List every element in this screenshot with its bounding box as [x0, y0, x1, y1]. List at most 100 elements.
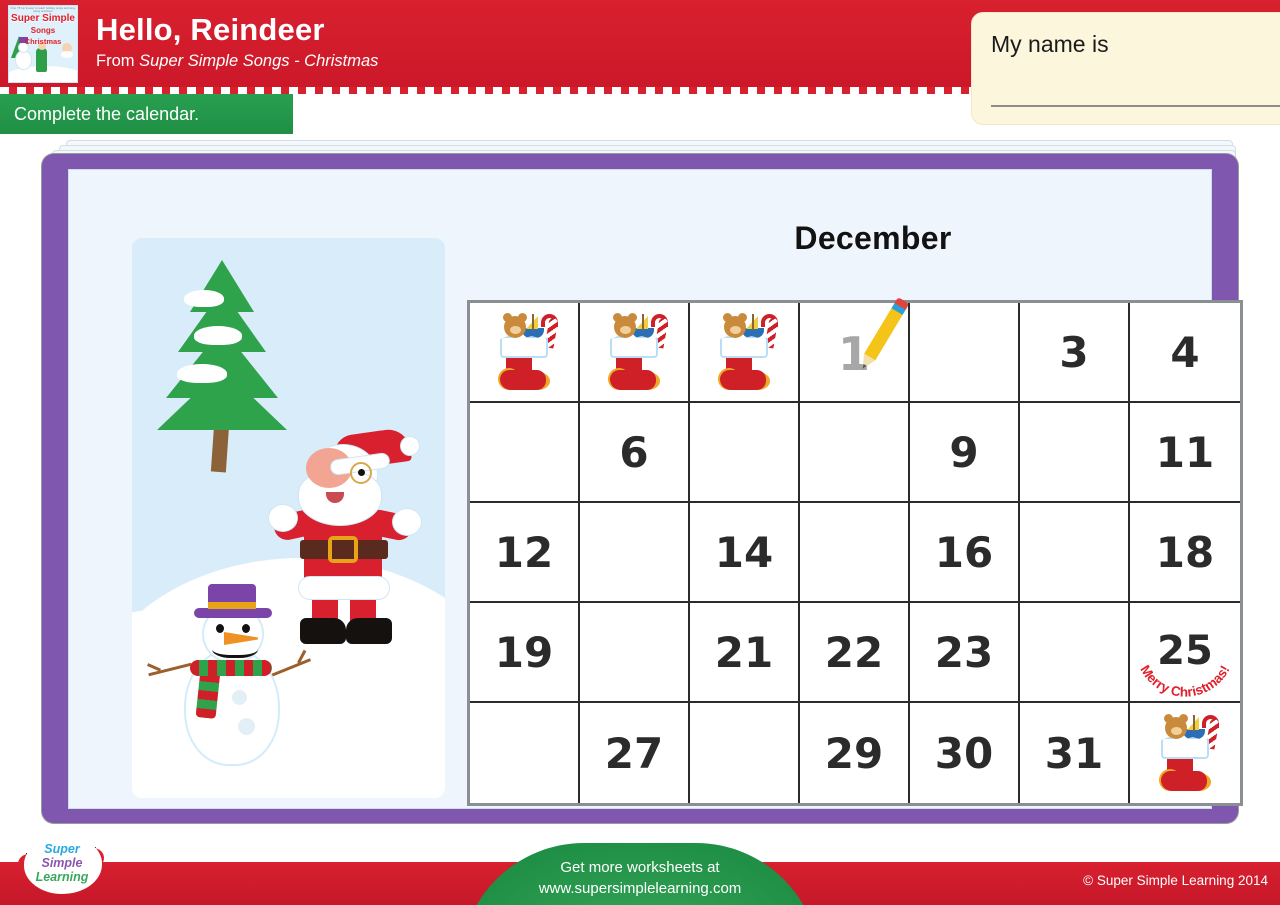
instruction-bar: Complete the calendar.	[0, 94, 293, 134]
day-number: 19	[494, 627, 554, 677]
day-number: 4	[1170, 327, 1200, 377]
calendar-cell[interactable]: 6	[580, 403, 690, 503]
name-label: My name is	[991, 31, 1109, 57]
calendar-cell[interactable]: 16	[910, 503, 1020, 603]
calendar-cell[interactable]: 23	[910, 603, 1020, 703]
calendar-cell[interactable]: 4	[1130, 303, 1240, 403]
winter-scene-illustration	[132, 238, 445, 798]
calendar-cell[interactable]: 29	[800, 703, 910, 803]
santa-hat-pompom	[400, 436, 420, 456]
subtitle-source: Super Simple Songs - Christmas	[139, 52, 379, 70]
calendar-cell[interactable]: 3	[1020, 303, 1130, 403]
day-number: 22	[824, 627, 884, 677]
calendar-cell[interactable]	[1020, 503, 1130, 603]
calendar-cell[interactable]	[690, 403, 800, 503]
promo-text: Get more worksheets at www.supersimplele…	[460, 857, 820, 899]
logo-line-2: Simple	[41, 856, 83, 870]
day-number: 11	[1155, 427, 1215, 477]
calendar-cell[interactable]: 12	[470, 503, 580, 603]
calendar-cell[interactable]	[470, 703, 580, 803]
day-number: 3	[1059, 327, 1089, 377]
calendar-cell[interactable]: 27	[580, 703, 690, 803]
calendar-cell[interactable]: 21	[690, 603, 800, 703]
snowman-arm-left	[148, 662, 192, 677]
logo-line-3: Learning	[35, 870, 89, 884]
worksheet-frame: December 1 3 4 6 9 11 12 14 16 18 19 21 22 23 25 Merry …	[42, 154, 1243, 823]
calendar-cell[interactable]	[910, 303, 1020, 403]
santa-mitten-right	[392, 508, 422, 536]
page-title: Hello, Reindeer	[96, 12, 325, 47]
calendar-cell[interactable]: 25 Merry Christmas!	[1130, 603, 1240, 703]
worksheet-body: December 1 3 4 6 9 11 12 14 16 18 19 21 22 23 25 Merry …	[0, 134, 1280, 834]
calendar-cell[interactable]	[690, 703, 800, 803]
instruction-text: Complete the calendar.	[14, 103, 200, 124]
santa-boot-right	[346, 618, 392, 644]
subtitle-prefix: From	[96, 52, 140, 70]
day-number: 18	[1155, 527, 1215, 577]
calendar-cell[interactable]	[580, 303, 690, 403]
day-number: 27	[604, 728, 664, 778]
page-subtitle: From Super Simple Songs - Christmas	[96, 52, 378, 71]
calendar-grid: 1 3 4 6 9 11 12 14 16 18 19 21 22 23 25 Merry Christmas…	[467, 297, 1243, 806]
album-title-line2: Songs	[30, 26, 56, 35]
day-number: 9	[949, 427, 979, 477]
svg-text:Merry Christmas!: Merry Christmas!	[1137, 662, 1232, 699]
stocking-icon	[598, 312, 670, 392]
calendar-cell[interactable]	[470, 303, 580, 403]
album-title-line3: Christmas	[24, 37, 62, 46]
calendar-cell[interactable]: 30	[910, 703, 1020, 803]
snowman-eye-left	[216, 624, 224, 633]
calendar-cell[interactable]: 11	[1130, 403, 1240, 503]
day-number: 12	[494, 527, 554, 577]
calendar-cell[interactable]	[690, 303, 800, 403]
calendar-cell[interactable]	[800, 503, 910, 603]
snowman-icon	[148, 584, 312, 786]
snowman-eye-right	[242, 624, 250, 633]
album-elf-icon	[36, 48, 47, 72]
logo-line-1: Super	[44, 842, 80, 856]
calendar-cell[interactable]: 22	[800, 603, 910, 703]
super-simple-learning-logo[interactable]: Super Simple Learning	[8, 828, 116, 902]
day-number: 31	[1044, 728, 1104, 778]
tree-snow	[184, 290, 224, 307]
tree-snow	[194, 326, 242, 345]
calendar-cell[interactable]: 31	[1020, 703, 1130, 803]
day-number: 23	[934, 627, 994, 677]
calendar-cell[interactable]: 9	[910, 403, 1020, 503]
worksheet-page: Over 75 fun & easy to teach holiday song…	[0, 0, 1280, 905]
stocking-icon	[708, 312, 780, 392]
calendar-cell[interactable]	[1130, 703, 1240, 803]
calendar-cell[interactable]	[1020, 603, 1130, 703]
santa-mitten-left	[268, 504, 298, 532]
snowman-scarf	[190, 660, 272, 676]
snowman-hat-band	[208, 602, 256, 609]
calendar-cell[interactable]	[800, 403, 910, 503]
stocking-icon	[488, 312, 560, 392]
calendar-cell[interactable]	[580, 503, 690, 603]
tree-snow	[177, 364, 227, 383]
calendar-cell[interactable]: 18	[1130, 503, 1240, 603]
name-box: My name is	[971, 12, 1280, 125]
calendar-cell[interactable]	[1020, 403, 1130, 503]
merry-christmas-arc: Merry Christmas!	[1131, 607, 1239, 715]
name-input-line[interactable]	[991, 105, 1280, 107]
album-santa-beard	[61, 51, 73, 58]
calendar-cell[interactable]: 19	[470, 603, 580, 703]
month-title: December	[794, 220, 952, 256]
copyright-text: © Super Simple Learning 2014	[1083, 873, 1268, 888]
calendar-cell[interactable]	[580, 603, 690, 703]
trace-day-cell[interactable]: 1	[800, 297, 910, 401]
day-number: 16	[934, 527, 994, 577]
calendar-cell[interactable]: 1	[800, 297, 910, 403]
snowman-arm-right	[270, 658, 312, 677]
worksheet-inner-page: December 1 3 4 6 9 11 12 14 16 18 19 21 22 23 25 Merry …	[68, 169, 1243, 809]
calendar-cell[interactable]	[470, 403, 580, 503]
promo-line-2[interactable]: www.supersimplelearning.com	[460, 878, 820, 899]
calendar-cell[interactable]: 14	[690, 503, 800, 603]
day-number: 29	[824, 728, 884, 778]
day-number: 30	[934, 728, 994, 778]
day-number: 14	[714, 527, 774, 577]
santa-eye	[358, 469, 365, 476]
album-cover-thumbnail: Over 75 fun & easy to teach holiday song…	[8, 5, 78, 83]
christmas-day-cell[interactable]: 25 Merry Christmas!	[1130, 603, 1240, 701]
